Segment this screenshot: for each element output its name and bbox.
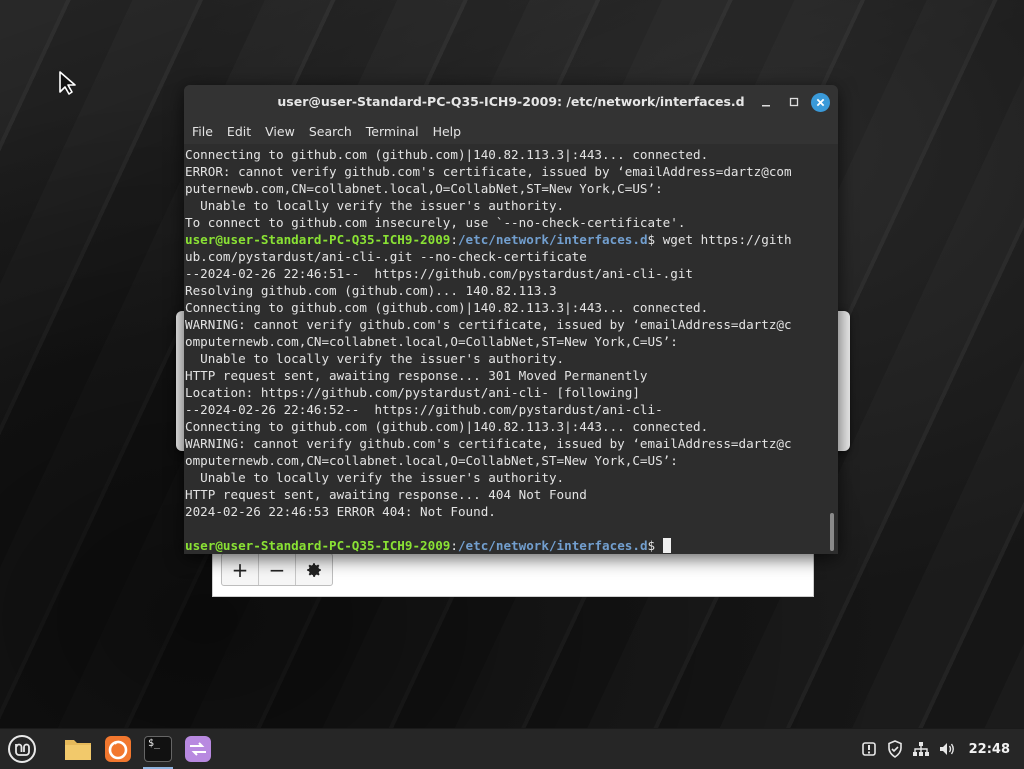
- network-icon: [912, 742, 929, 756]
- output-line: --2024-02-26 22:46:51-- https://github.c…: [185, 266, 693, 281]
- output-line: Location: https://github.com/pystardust/…: [185, 385, 640, 400]
- gear-icon: [307, 562, 321, 577]
- system-tray: 22:48: [857, 729, 1024, 769]
- add-button[interactable]: +: [222, 554, 259, 585]
- output-line: Unable to locally verify the issuer's au…: [185, 198, 565, 213]
- maximize-icon: [789, 97, 799, 107]
- menu-file[interactable]: File: [192, 124, 213, 139]
- clock[interactable]: 22:48: [969, 742, 1010, 757]
- close-icon: [816, 98, 825, 106]
- output-line: WARNING: cannot verify github.com's cert…: [185, 436, 792, 451]
- prompt-user: user@user-Standard-PC-Q35-ICH9-2009: [185, 232, 451, 247]
- minimize-button[interactable]: [755, 91, 777, 113]
- menu-view[interactable]: View: [265, 124, 295, 139]
- volume-icon: [939, 743, 954, 755]
- update-manager-button[interactable]: [857, 737, 881, 761]
- window-title: user@user-Standard-PC-Q35-ICH9-2009: /et…: [277, 94, 745, 109]
- network-button[interactable]: [909, 737, 933, 761]
- menu-edit[interactable]: Edit: [227, 124, 251, 139]
- warpinator-icon: [185, 736, 211, 762]
- output-line: Connecting to github.com (github.com)|14…: [185, 147, 709, 162]
- output-line: puternewb.com,CN=collabnet.local,O=Colla…: [185, 181, 663, 196]
- background-dialog-toolbar: + −: [221, 553, 333, 586]
- command-prompt: $: [647, 538, 663, 553]
- menu-help[interactable]: Help: [433, 124, 462, 139]
- terminal-scrollbar[interactable]: [830, 513, 834, 551]
- folder-icon: [65, 740, 91, 760]
- terminal-window[interactable]: user@user-Standard-PC-Q35-ICH9-2009: /et…: [184, 85, 838, 554]
- output-line: WARNING: cannot verify github.com's cert…: [185, 317, 792, 332]
- remove-button[interactable]: −: [259, 554, 296, 585]
- output-line: --2024-02-26 22:46:52-- https://github.c…: [185, 402, 663, 417]
- output-line: HTTP request sent, awaiting response... …: [185, 368, 648, 383]
- shield-icon: [887, 740, 902, 758]
- terminal-output[interactable]: Connecting to github.com (github.com)|14…: [184, 144, 838, 554]
- taskbar-terminal[interactable]: $_: [140, 731, 176, 769]
- output-line: 2024-02-26 22:46:53 ERROR 404: Not Found…: [185, 504, 496, 519]
- volume-button[interactable]: [935, 737, 959, 761]
- maximize-button[interactable]: [783, 91, 805, 113]
- terminal-menubar: File Edit View Search Terminal Help: [184, 118, 838, 144]
- menu-terminal[interactable]: Terminal: [366, 124, 419, 139]
- minimize-icon: [762, 105, 770, 107]
- terminal-icon: $_: [144, 736, 172, 762]
- prompt-user: user@user-Standard-PC-Q35-ICH9-2009: [185, 538, 451, 553]
- output-line: omputernewb.com,CN=collabnet.local,O=Col…: [185, 334, 678, 349]
- update-manager-icon: [861, 742, 876, 756]
- taskbar-warpinator[interactable]: [180, 731, 216, 767]
- menu-search[interactable]: Search: [309, 124, 352, 139]
- prompt-separator: :: [450, 232, 458, 247]
- output-line: Connecting to github.com (github.com)|14…: [185, 300, 709, 315]
- text-cursor: [662, 538, 671, 553]
- output-line: Connecting to github.com (github.com)|14…: [185, 419, 709, 434]
- start-menu-button[interactable]: [4, 731, 40, 767]
- prompt-path: /etc/network/interfaces.d: [457, 538, 648, 553]
- output-line: To connect to github.com insecurely, use…: [185, 215, 686, 230]
- command-text: $ wget https://gith: [647, 232, 792, 247]
- output-line: ub.com/pystardust/ani-cli-.git --no-chec…: [185, 249, 587, 264]
- taskbar: $_ 22:48: [0, 728, 1024, 769]
- security-button[interactable]: [883, 737, 907, 761]
- output-line: ERROR: cannot verify github.com's certif…: [185, 164, 792, 179]
- output-line: omputernewb.com,CN=collabnet.local,O=Col…: [185, 453, 678, 468]
- output-line: Unable to locally verify the issuer's au…: [185, 470, 565, 485]
- output-line: Unable to locally verify the issuer's au…: [185, 351, 565, 366]
- mouse-pointer-icon: [59, 71, 76, 95]
- taskbar-firefox[interactable]: [100, 731, 136, 767]
- settings-button[interactable]: [296, 554, 332, 585]
- output-line: HTTP request sent, awaiting response... …: [185, 487, 587, 502]
- close-button[interactable]: [811, 92, 830, 112]
- output-line: Resolving github.com (github.com)... 140…: [185, 283, 557, 298]
- taskbar-files[interactable]: [60, 731, 96, 767]
- terminal-titlebar[interactable]: user@user-Standard-PC-Q35-ICH9-2009: /et…: [184, 85, 838, 118]
- prompt-separator: :: [450, 538, 458, 553]
- firefox-icon: [105, 736, 131, 762]
- linux-mint-menu-icon: [8, 735, 36, 763]
- prompt-path: /etc/network/interfaces.d: [457, 232, 648, 247]
